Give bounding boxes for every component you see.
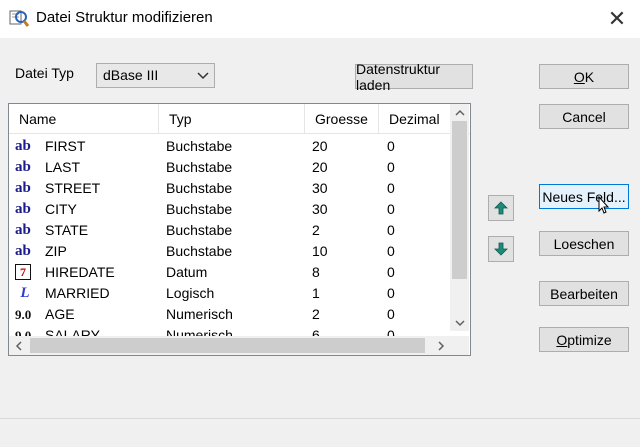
logical-field-icon: L [20,285,30,301]
column-header-name[interactable]: Name [9,104,159,134]
table-row[interactable]: ab CITY Buchstabe 30 0 [9,199,450,220]
horizontal-scroll-thumb[interactable] [30,338,425,353]
column-header-size[interactable]: Groesse [305,104,379,134]
scroll-right-icon[interactable] [432,337,449,354]
table-row[interactable]: ab STREET Buchstabe 30 0 [9,178,450,199]
close-button[interactable]: ✕ [594,0,640,38]
vertical-scroll-thumb[interactable] [452,121,467,279]
text-field-icon: ab [15,138,31,154]
mouse-cursor-icon [598,196,610,214]
title-bar: Datei Struktur modifizieren ✕ [0,0,640,38]
cell-name: CITY [45,201,77,217]
cell-type: Buchstabe [166,222,233,238]
table-row[interactable]: 7 HIREDATE Datum 8 0 [9,262,450,283]
cell-decimal: 0 [387,264,395,280]
cell-size: 8 [312,264,320,280]
horizontal-scrollbar[interactable] [9,336,451,355]
new-field-label: Neues Feld... [542,188,626,205]
cell-decimal: 0 [387,138,395,154]
cell-size: 1 [312,285,320,301]
status-bar [0,418,640,447]
cancel-label: Cancel [562,108,606,125]
cell-decimal: 0 [387,222,395,238]
text-field-icon: ab [15,243,31,259]
cell-name: STATE [45,222,89,238]
cell-size: 2 [312,222,320,238]
cell-type: Buchstabe [166,243,233,259]
cell-type: Datum [166,264,208,280]
file-type-value: dBase III [103,67,159,83]
text-field-icon: ab [15,159,31,175]
app-icon [9,10,30,27]
cell-decimal: 0 [387,180,395,196]
numeric-field-icon: 9.0 [15,307,32,322]
scrollbar-corner [450,336,469,355]
cell-decimal: 0 [387,159,395,175]
table-row[interactable]: ab ZIP Buchstabe 10 0 [9,241,450,262]
cell-name: STREET [45,180,101,196]
ok-button[interactable]: OK [539,64,629,89]
table-row[interactable]: ab FIRST Buchstabe 20 0 [9,136,450,157]
cell-type: Logisch [166,285,215,301]
move-down-button[interactable] [488,236,514,262]
move-up-button[interactable] [488,195,514,221]
date-field-icon: 7 [15,264,31,280]
list-header: Name Typ Groesse Dezimal [9,104,470,134]
table-row[interactable]: 9.0 AGE Numerisch 2 0 [9,304,450,325]
cell-decimal: 0 [387,243,395,259]
ok-label: OK [573,68,595,85]
window-title: Datei Struktur modifizieren [36,9,213,26]
chevron-down-icon [197,72,209,80]
cell-decimal: 0 [387,306,395,322]
cell-name: FIRST [45,138,86,154]
text-field-icon: ab [15,180,31,196]
cell-name: LAST [45,159,81,175]
text-field-icon: ab [15,222,31,238]
column-header-decimal[interactable]: Dezimal [379,104,451,134]
scroll-down-icon[interactable] [451,314,468,331]
cell-type: Buchstabe [166,138,233,154]
cell-size: 20 [312,159,328,175]
delete-label: Loeschen [553,235,615,252]
cell-size: 30 [312,180,328,196]
cell-decimal: 0 [387,285,395,301]
cancel-button[interactable]: Cancel [539,104,629,129]
delete-button[interactable]: Loeschen [539,231,629,256]
load-structure-label: Datenstruktur laden [356,60,441,93]
new-field-button[interactable]: Neues Feld... [539,184,629,209]
arrow-down-icon [494,242,508,256]
cell-decimal: 0 [387,201,395,217]
cell-size: 10 [312,243,328,259]
optimize-button[interactable]: Optimize [539,327,629,352]
file-type-label: Datei Typ [15,65,74,81]
cell-name: MARRIED [45,285,110,301]
cell-type: Buchstabe [166,201,233,217]
vertical-scrollbar[interactable] [450,104,469,331]
table-row[interactable]: ab LAST Buchstabe 20 0 [9,157,450,178]
text-field-icon: ab [15,201,31,217]
cell-size: 20 [312,138,328,154]
cell-name: ZIP [45,243,67,259]
cell-name: HIREDATE [45,264,115,280]
arrow-up-icon [494,201,508,215]
table-row[interactable]: ab STATE Buchstabe 2 0 [9,220,450,241]
edit-button[interactable]: Bearbeiten [539,281,629,306]
optimize-label: Optimize [556,331,612,348]
load-structure-button[interactable]: Datenstruktur laden [355,61,473,93]
field-list[interactable]: Name Typ Groesse Dezimal ab FIRST Buchstab… [8,103,471,356]
cell-type: Numerisch [166,306,233,322]
edit-label: Bearbeiten [550,285,618,302]
file-type-select[interactable]: dBase III [96,63,215,88]
cell-size: 2 [312,306,320,322]
scroll-left-icon[interactable] [10,337,27,354]
table-row[interactable]: L MARRIED Logisch 1 0 [9,283,450,304]
cell-size: 30 [312,201,328,217]
column-header-type[interactable]: Typ [159,104,305,134]
close-icon: ✕ [607,6,627,31]
cell-type: Buchstabe [166,159,233,175]
cell-type: Buchstabe [166,180,233,196]
scroll-up-icon[interactable] [451,104,468,121]
cell-name: AGE [45,306,75,322]
